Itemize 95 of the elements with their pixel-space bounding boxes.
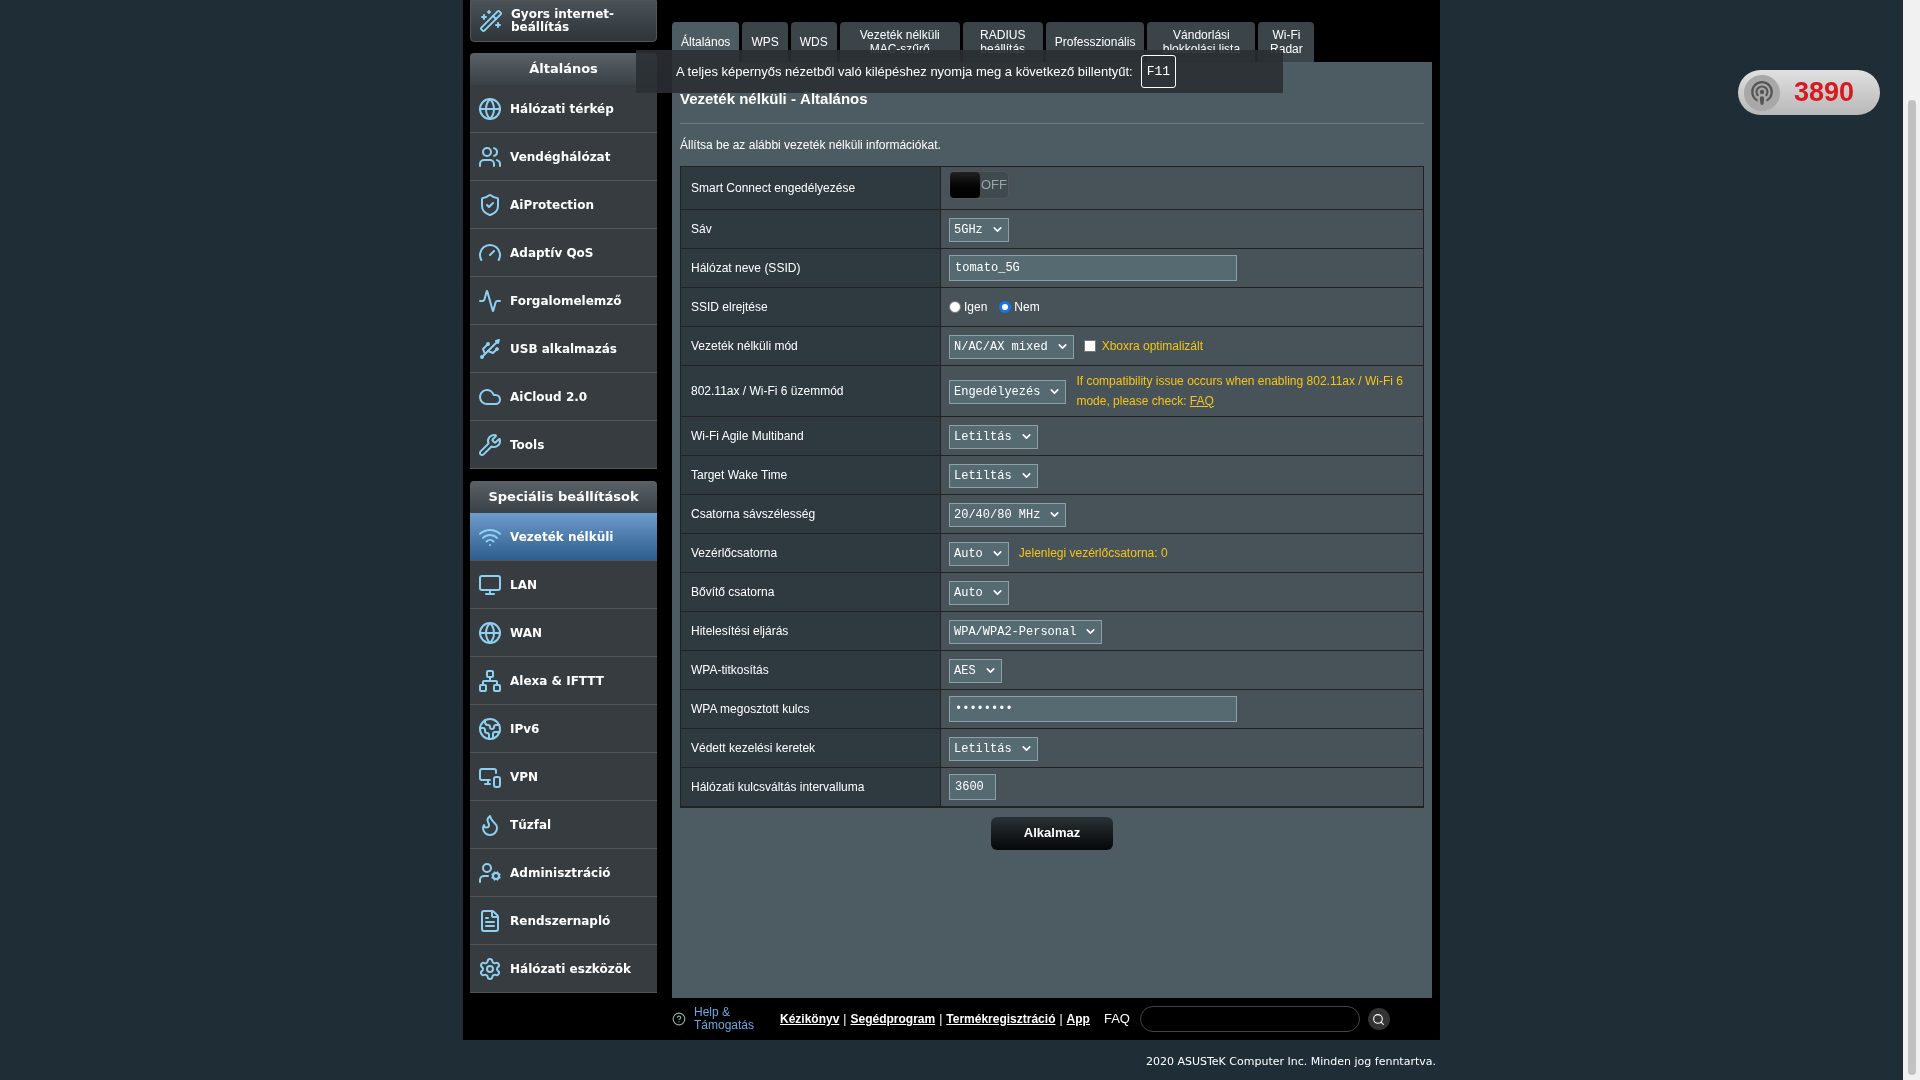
sidebar-item[interactable]: Tűzfal: [470, 801, 657, 849]
pulse-icon: [478, 288, 502, 313]
globe-icon: [478, 716, 502, 741]
footer-link[interactable]: Kézikönyv: [780, 1010, 840, 1028]
sidebar-item[interactable]: Forgalomelemző: [470, 277, 657, 325]
dropdown-select[interactable]: N/AC/AX mixed: [949, 334, 1074, 359]
setting-label: Hitelesítési eljárás: [681, 611, 941, 650]
key-badge: F11: [1140, 54, 1177, 89]
sidebar-item[interactable]: Adaptív QoS: [470, 229, 657, 277]
sidebar-item[interactable]: Rendszernapló: [470, 897, 657, 945]
people-icon: [478, 144, 502, 169]
page-title: Vezeték nélküli - Általános: [680, 89, 869, 109]
sidebar-item[interactable]: USB alkalmazás: [470, 325, 657, 373]
sidebar-item[interactable]: Tools: [470, 421, 657, 469]
setting-label: Sáv: [681, 209, 941, 248]
search-field[interactable]: [1139, 1006, 1360, 1032]
text-input-field[interactable]: tomato_5G: [949, 254, 1237, 281]
sidebar-item[interactable]: Vezeték nélküli: [470, 513, 657, 561]
sidebar-item[interactable]: AiCloud 2.0: [470, 373, 657, 421]
counter-value: 3890: [1794, 76, 1855, 110]
hint-text: Jelenlegi vezérlőcsatorna: 0: [1018, 544, 1168, 562]
text-input-field[interactable]: 3600: [949, 773, 996, 800]
setting-label: Vezérlőcsatorna: [681, 533, 941, 572]
checkbox-label: Xboxra optimalizált: [1101, 337, 1203, 355]
notice-text: A teljes képernyős nézetből való kilépéshez nyomja meg a következő billentyűt:: [676, 62, 1133, 81]
setting-label: WPA-titkosítás: [681, 650, 941, 689]
setting-label: WPA megosztott kulcs: [681, 689, 941, 728]
setting-label: Védett kezelési keretek: [681, 728, 941, 767]
radio-label: Igen: [964, 298, 988, 316]
globe-icon: [478, 96, 502, 121]
hint-text: If compatibility issue occurs when enabling 802.11ax / Wi-Fi 6 mode, please check: FAQ: [1076, 372, 1405, 410]
sidebar-item[interactable]: Vendéghálózat: [470, 133, 657, 181]
dropdown-select[interactable]: WPA/WPA2-Personal: [949, 619, 1103, 644]
dropdown-select[interactable]: AES: [949, 658, 1002, 683]
dropdown-select[interactable]: Auto: [949, 580, 1009, 605]
search-icon: [1372, 1012, 1386, 1026]
network-icon: [478, 668, 502, 693]
dropdown-select[interactable]: Letiltás: [949, 736, 1038, 761]
toggle-switch[interactable]: OFF: [949, 170, 1009, 199]
sidebar-item[interactable]: LAN: [470, 561, 657, 609]
setting-label: 802.11ax / Wi-Fi 6 üzemmód: [681, 365, 941, 416]
shield-icon: [478, 192, 502, 217]
monitor-icon: [478, 572, 502, 597]
sidebar-item[interactable]: IPv6: [470, 705, 657, 753]
radio-button[interactable]: [949, 300, 961, 313]
globe-icon: [478, 620, 502, 645]
footer-link[interactable]: App: [1066, 1010, 1090, 1028]
setting-label: Hálózati kulcsváltás intervalluma: [681, 767, 941, 806]
dropdown-select[interactable]: Letiltás: [949, 463, 1038, 488]
checkbox[interactable]: [1083, 339, 1096, 352]
document-icon: [478, 908, 502, 933]
radio-label: Nem: [1014, 298, 1040, 316]
sidebar-item[interactable]: VPN: [470, 753, 657, 801]
broadcast-icon: [1749, 79, 1775, 106]
setting-label: Target Wake Time: [681, 455, 941, 494]
radio-button[interactable]: [999, 300, 1012, 313]
help-icon: [672, 1012, 686, 1026]
setting-label: Vezeték nélküli mód: [681, 326, 941, 365]
footer-link[interactable]: Termékregisztráció: [946, 1010, 1056, 1028]
sidebar-item[interactable]: Alexa & IFTTT: [470, 657, 657, 705]
separator-text: |: [1059, 1011, 1063, 1028]
sidebar-item[interactable]: AiProtection: [470, 181, 657, 229]
help-link[interactable]: Help & Támogatás: [694, 1006, 770, 1032]
wand-icon: [479, 9, 503, 33]
description-text: Állítsa be az alábbi vezeték nélküli információkat.: [680, 136, 942, 154]
sidebar-item[interactable]: WAN: [470, 609, 657, 657]
faq-link[interactable]: FAQ: [1189, 393, 1214, 408]
dropdown-select[interactable]: 5GHz: [949, 217, 1009, 242]
setting-label: Bővítő csatorna: [681, 572, 941, 611]
dropdown-select[interactable]: Engedélyezés: [949, 379, 1067, 404]
setting-label: SSID elrejtése: [681, 287, 941, 326]
search-button[interactable]: [1367, 1008, 1390, 1030]
sidebar-item[interactable]: Adminisztráció: [470, 849, 657, 897]
settings-icon: [478, 956, 502, 981]
quick-setup-button[interactable]: Gyors internet-beállítás: [470, 0, 657, 42]
faq-label: FAQ: [1103, 1010, 1130, 1029]
setting-label: Smart Connect engedélyezése: [681, 166, 941, 209]
copyright-text: 2020 ASUSTeK Computer Inc. Minden jog fenntartva.: [1144, 1054, 1437, 1070]
usb-icon: [478, 336, 502, 361]
sidebar-item[interactable]: Hálózati eszközök: [470, 945, 657, 993]
separator-text: |: [939, 1011, 943, 1028]
sidebar-item[interactable]: Hálózati térkép: [470, 85, 657, 133]
dropdown-select[interactable]: Auto: [949, 541, 1009, 566]
apply-button[interactable]: Alkalmaz: [991, 816, 1113, 850]
user-gear-icon: [478, 860, 502, 885]
dropdown-select[interactable]: Letiltás: [949, 424, 1038, 449]
setting-label: Wi-Fi Agile Multiband: [681, 416, 941, 455]
wrench-icon: [478, 432, 502, 457]
sidebar-section-header: Speciális beállítások: [470, 481, 657, 513]
separator-text: |: [843, 1011, 847, 1028]
footer-link[interactable]: Segédprogram: [850, 1010, 936, 1028]
text-input-field[interactable]: ••••••••: [949, 695, 1237, 722]
setting-label: Csatorna sávszélesség: [681, 494, 941, 533]
dropdown-select[interactable]: 20/40/80 MHz: [949, 502, 1067, 527]
setting-label: Hálózat neve (SSID): [681, 248, 941, 287]
